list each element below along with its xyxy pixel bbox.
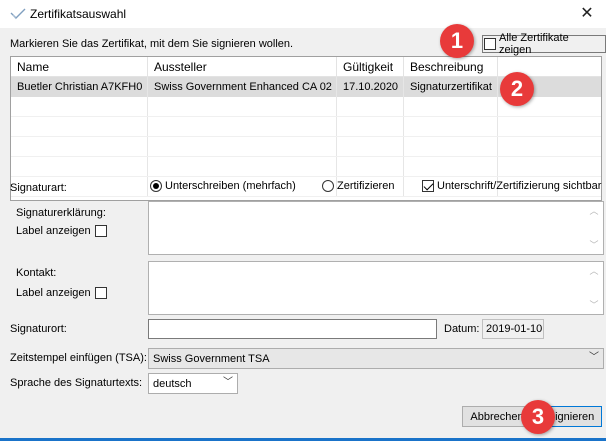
cell-name: Buetler Christian A7KFH0: [11, 77, 148, 97]
declaration-textarea[interactable]: ︿ ﹀: [148, 201, 604, 255]
contact-show-label-checkbox[interactable]: [94, 287, 107, 299]
close-icon[interactable]: ✕: [574, 2, 600, 26]
location-input[interactable]: [148, 319, 437, 339]
declaration-label: Signaturerklärung:: [16, 207, 106, 219]
radio-button-selected[interactable]: [150, 180, 162, 192]
language-selected-value: deutsch: [153, 377, 192, 390]
contact-label: Kontakt:: [16, 267, 57, 279]
location-label: Signaturort:: [10, 323, 67, 335]
language-label: Sprache des Signaturtexts:: [10, 377, 143, 389]
cell-description: Signaturzertifikat: [404, 77, 498, 97]
date-label: Datum:: [444, 323, 480, 335]
radio-certify[interactable]: Zertifizieren: [322, 180, 394, 192]
column-header-issuer[interactable]: Aussteller: [148, 57, 337, 76]
cell-validity: 17.10.2020: [337, 77, 404, 97]
declaration-show-label-option[interactable]: Label anzeigen: [16, 225, 110, 237]
visible-signature-label: Unterschrift/Zertifizierung sichtbar: [437, 180, 602, 192]
chevron-down-icon[interactable]: ﹀: [589, 353, 599, 363]
signature-type-label: Signaturart:: [10, 182, 67, 194]
visible-signature-checkbox[interactable]: Unterschrift/Zertifizierung sichtbar: [422, 180, 601, 192]
tsa-dropdown[interactable]: Swiss Government TSA ﹀: [148, 348, 604, 369]
window-title: Zertifikatsauswahl: [30, 7, 127, 21]
chevron-down-icon[interactable]: ﹀: [223, 378, 233, 388]
scroll-down-icon[interactable]: ﹀: [589, 240, 599, 250]
annotation-badge-1: 1: [440, 24, 474, 58]
scroll-up-icon[interactable]: ︿: [589, 206, 599, 216]
scroll-down-icon[interactable]: ﹀: [589, 300, 599, 310]
checkbox-checked[interactable]: [422, 180, 434, 192]
scroll-up-icon[interactable]: ︿: [589, 266, 599, 276]
annotation-badge-2: 2: [500, 72, 534, 106]
contact-show-label-option[interactable]: Label anzeigen: [16, 287, 110, 299]
date-field: 2019-01-10: [482, 319, 544, 339]
radio-sign-label: Unterschreiben (mehrfach): [165, 180, 296, 192]
radio-button[interactable]: [322, 180, 334, 192]
tsa-selected-value: Swiss Government TSA: [153, 352, 270, 365]
show-all-certificates-label: Alle Zertifikate zeigen: [499, 32, 569, 56]
contact-show-label-text: Label anzeigen: [16, 287, 91, 299]
show-all-certificates-checkbox[interactable]: Alle Zertifikate zeigen: [482, 32, 606, 56]
declaration-show-label-text: Label anzeigen: [16, 225, 91, 237]
radio-sign-multiple[interactable]: Unterschreiben (mehrfach): [150, 180, 296, 192]
empty-row: [11, 117, 601, 137]
annotation-badge-3: 3: [521, 400, 555, 434]
empty-row: [11, 137, 601, 157]
empty-row: [11, 157, 601, 177]
title-bar: Zertifikatsauswahl ✕: [0, 0, 606, 28]
language-dropdown[interactable]: deutsch ﹀: [148, 373, 238, 394]
column-header-validity[interactable]: Gültigkeit: [337, 57, 404, 76]
contact-textarea[interactable]: ︿ ﹀: [148, 261, 604, 315]
tsa-label: Zeitstempel einfügen (TSA):: [10, 352, 147, 364]
column-header-name[interactable]: Name: [11, 57, 148, 76]
declaration-show-label-checkbox[interactable]: [94, 225, 107, 237]
instruction-text: Markieren Sie das Zertifikat, mit dem Si…: [10, 38, 294, 50]
checkbox-box[interactable]: [484, 38, 496, 50]
cell-issuer: Swiss Government Enhanced CA 02: [148, 77, 337, 97]
column-header-description[interactable]: Beschreibung: [404, 57, 498, 76]
radio-certify-label: Zertifizieren: [337, 180, 395, 192]
certificate-icon: [10, 7, 26, 21]
